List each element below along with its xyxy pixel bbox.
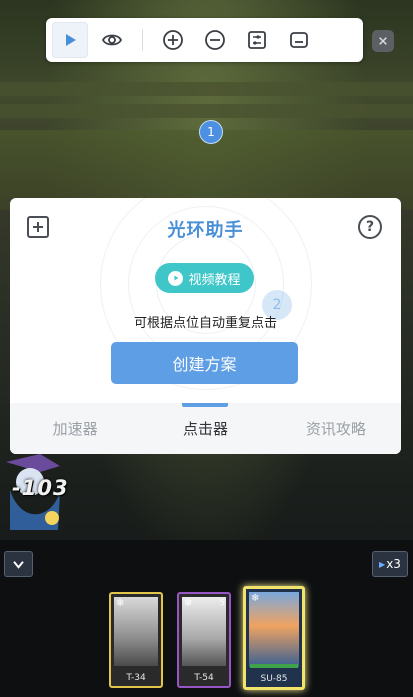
unit-name: SU-85 (260, 674, 288, 684)
panel-tabs: 加速器 点击器 资讯攻略 (10, 403, 401, 454)
panel-title: 光环助手 (167, 220, 244, 241)
zoom-out-icon (205, 30, 225, 50)
panel-content: 光环助手 ? 2 视频教程 可根据点位自动重复点击 创建方案 (10, 198, 401, 403)
speed-label: x3 (386, 557, 401, 571)
fence-rail (0, 82, 413, 96)
zoom-in-icon (163, 30, 183, 50)
collapse-button[interactable] (4, 551, 33, 577)
play-button[interactable] (52, 22, 88, 58)
minimize-button[interactable] (281, 22, 317, 58)
play-icon (66, 34, 76, 46)
tab-guides[interactable]: 资讯攻略 (271, 403, 401, 454)
unit-card[interactable]: ❄ T-34 (109, 592, 163, 688)
add-point-button[interactable] (155, 22, 191, 58)
remove-point-button[interactable] (197, 22, 233, 58)
clicker-toolbar (46, 18, 363, 62)
eye-icon (101, 34, 123, 46)
video-tutorial-button[interactable]: 视频教程 (155, 263, 254, 293)
sliders-icon (248, 31, 266, 49)
unit-name: T-34 (126, 673, 146, 683)
video-tutorial-label: 视频教程 (188, 272, 241, 288)
click-point-marker[interactable]: 1 (199, 120, 223, 144)
minimize-panel-icon (290, 32, 308, 48)
active-tab-indicator (182, 403, 229, 407)
unit-name: T-54 (194, 673, 214, 683)
tab-clicker[interactable]: 点击器 (140, 403, 270, 454)
tab-clicker-label: 点击器 (182, 420, 228, 438)
close-toolbar-button[interactable] (372, 30, 394, 52)
snowflake-icon: ❄ (184, 598, 193, 609)
unit-level: 5 (219, 598, 225, 607)
speed-toggle-button[interactable]: ▶ x3 (372, 551, 408, 577)
unit-card[interactable]: ❄ 5 T-54 (177, 592, 231, 688)
help-icon: ? (365, 219, 375, 235)
clicker-description: 可根据点位自动重复点击 (133, 316, 277, 331)
tab-accelerator[interactable]: 加速器 (10, 403, 140, 454)
snowflake-icon: ❄ (251, 593, 260, 604)
toolbar-divider (142, 29, 143, 51)
unit-card-selected[interactable]: ❄ SU-85 (243, 586, 305, 690)
preview-button[interactable] (94, 22, 130, 58)
create-scheme-button[interactable]: 创建方案 (111, 342, 298, 384)
unit-hp-bar (250, 664, 298, 668)
play-circle-icon (168, 270, 184, 286)
snowflake-icon: ❄ (116, 598, 125, 609)
helper-panel: 光环助手 ? 2 视频教程 可根据点位自动重复点击 创建方案 加速器 点击器 资… (10, 198, 401, 454)
close-icon (379, 37, 387, 45)
settings-button[interactable] (239, 22, 275, 58)
fence-rail (0, 104, 413, 118)
damage-number: -103 (12, 476, 69, 500)
chevron-down-icon (13, 560, 24, 569)
help-button[interactable]: ? (358, 215, 382, 239)
speed-arrow-icon: ▶ (379, 559, 386, 569)
